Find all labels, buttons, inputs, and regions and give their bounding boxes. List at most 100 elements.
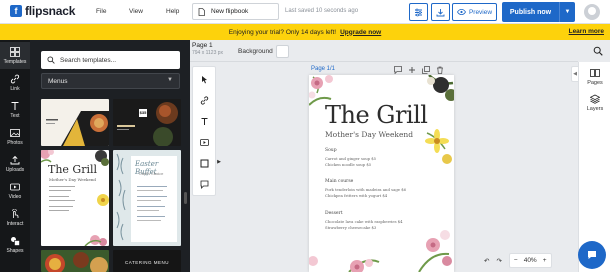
rail-item-uploads[interactable]: Uploads [0,150,30,177]
comment-tool[interactable] [193,174,215,194]
rail-item-video[interactable]: Video [0,177,30,204]
template-card[interactable]: CATERING MENU [113,250,181,272]
sliders-icon [415,8,422,16]
rail-label: Interact [6,220,24,227]
logo[interactable]: f flipsnack [10,4,75,18]
download-button[interactable] [431,3,450,21]
save-status: Last saved 10 seconds ago [285,8,359,14]
text-icon [201,117,207,125]
menu-item[interactable]: Pork tenderloin with madeira and sage $6 [325,187,406,192]
template-card[interactable]: The Grill Mother's Day Weekend [41,150,109,246]
chat-button[interactable] [578,241,606,269]
search-input[interactable]: Search templates... [41,51,180,69]
trash-icon[interactable] [436,66,444,74]
menu-item[interactable]: Chocolate lava cake with raspberries $4 [325,219,403,224]
pages-label: Pages [587,80,603,86]
section-heading[interactable]: Dessert [325,211,343,216]
page-title: Page 1 [192,42,213,49]
eye-icon [456,9,466,15]
rail-item-templates[interactable]: Templates [0,42,30,69]
pages-icon [590,69,600,77]
flipbook-name-field[interactable]: New flipbook [192,3,279,20]
menu-item[interactable]: Strawberry cheesecake $3 [325,225,376,230]
preview-button[interactable]: Preview [452,3,497,21]
zoom-bar: ↶ ↷ − 40% + [484,252,576,269]
menu-help[interactable]: Help [166,8,179,15]
learn-more-link[interactable]: Learn more [569,28,604,35]
publish-button[interactable]: Publish now ▼ [502,2,575,22]
pages-tab[interactable]: Pages [579,68,610,86]
layers-label: Layers [586,106,604,112]
text-tool[interactable] [193,111,215,131]
layers-tab[interactable]: Layers [579,94,610,112]
template-card[interactable]: $35 [113,99,181,146]
link-icon [200,95,208,105]
comment-icon [200,180,208,189]
rail-label: Uploads [5,166,25,173]
cursor-icon [201,75,207,83]
rail-item-photos[interactable]: Photos [0,123,30,150]
template-card[interactable] [41,250,109,272]
interact-icon [12,208,19,218]
menu-item[interactable]: Carrot and ginger soup $5 [325,156,376,161]
chevron-down-icon[interactable]: ▼ [559,2,575,22]
text-icon [11,101,19,110]
zoom-out-button[interactable]: − [514,257,518,264]
upgrade-link[interactable]: Upgrade now [340,29,381,36]
undo-icon[interactable]: ↶ [484,257,489,265]
search-placeholder: Search templates... [60,56,116,64]
rail-item-link[interactable]: Link [0,69,30,96]
template-title: CATERING MENU [125,260,169,265]
search-icon [47,56,55,64]
link-tool[interactable] [193,90,215,110]
collapse-panel-button[interactable]: ◀ [571,66,578,82]
menu-item[interactable]: Chicken noodle soup $5 [325,162,371,167]
menu-view[interactable]: View [129,8,143,15]
flipbook-page[interactable]: The Grill Mother's Day Weekend Soup Carr… [309,75,454,272]
chevron-right-icon[interactable]: ▶ [217,159,221,165]
add-page-icon[interactable] [408,66,416,74]
rail-label: Link [10,85,20,92]
rail-label: Shapes [6,247,24,254]
category-select[interactable]: Menus ▼ [41,73,180,89]
template-thumb-image [46,111,109,146]
background-label: Background [238,48,273,55]
logo-text: flipsnack [25,4,76,18]
rail-label: Video [8,193,22,200]
rail-item-shapes[interactable]: Shapes [0,231,30,258]
menu-title[interactable]: The Grill [325,101,428,129]
logo-mark-icon: f [10,5,22,17]
zoom-level[interactable]: 40% [524,257,537,264]
menu-item[interactable]: Chickpea fritters with yogurt $4 [325,193,387,198]
top-bar: f flipsnack File View Help New flipbook … [0,0,610,24]
search-icon [593,46,603,56]
section-heading[interactable]: Main course [325,179,353,184]
chevron-down-icon: ▼ [167,77,173,83]
flipbook-name: New flipbook [211,8,249,15]
panel-scrollbar[interactable] [184,192,187,204]
redo-icon[interactable]: ↷ [496,257,501,265]
template-card[interactable] [41,99,109,146]
menu-file[interactable]: File [96,8,106,15]
select-tool[interactable] [193,69,215,89]
rail-label: Templates [3,58,27,65]
settings-button[interactable] [409,3,428,21]
shapes-icon [11,236,20,246]
rail-item-text[interactable]: Text [0,96,30,123]
comment-icon[interactable] [394,66,402,74]
duplicate-icon[interactable] [422,66,430,74]
background-color-swatch[interactable] [276,45,289,58]
zoom-in-button[interactable]: + [543,257,547,264]
shape-tool[interactable]: ▶ [193,153,221,173]
template-thumb-image [45,252,108,272]
search-button[interactable] [593,46,603,58]
templates-panel: Search templates... Menus ▼ $35 The Gril… [30,40,190,272]
section-heading[interactable]: Soup [325,148,337,153]
rail-item-interact[interactable]: Interact [0,204,30,231]
rail-label: Photos [7,139,23,146]
menu-subtitle[interactable]: Mother's Day Weekend [325,130,413,139]
video-tool[interactable] [193,132,215,152]
avatar[interactable] [584,4,600,20]
publish-label: Publish now [509,8,552,16]
template-card[interactable]: Easter Buffet Chef's Choice [113,150,181,246]
